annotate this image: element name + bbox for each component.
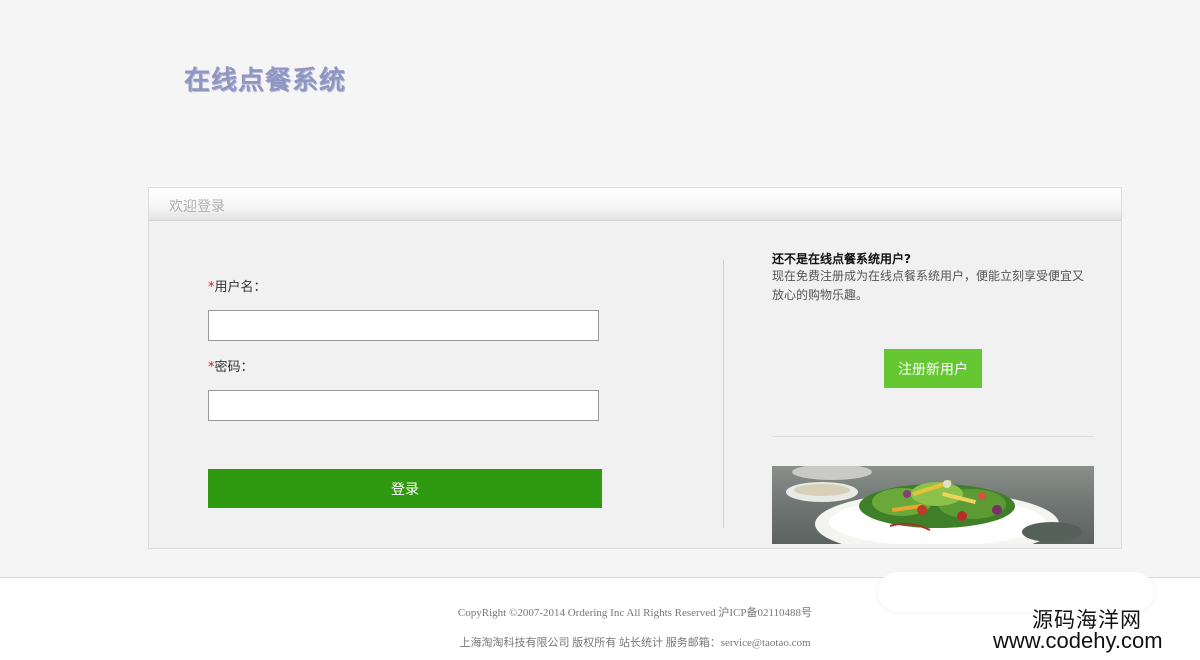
register-button[interactable]: 注册新用户 <box>884 349 982 388</box>
username-label: *用户名： <box>208 276 267 295</box>
watermark-url: www.codehy.com <box>993 628 1163 653</box>
vertical-divider <box>723 260 724 528</box>
login-panel-title: 欢迎登录 <box>169 199 225 215</box>
password-input[interactable] <box>208 390 599 421</box>
login-button[interactable]: 登录 <box>208 469 602 508</box>
login-panel-header: 欢迎登录 <box>149 188 1121 221</box>
site-logo[interactable]: 在线点餐系统 <box>184 60 346 97</box>
salad-image <box>772 466 1094 544</box>
login-panel: 欢迎登录 *用户名： *密码： 登录 还不是在线点餐系统用户? 现在免费注册成为… <box>148 187 1122 549</box>
password-label-text: 密码： <box>214 360 254 375</box>
register-description: 现在免费注册成为在线点餐系统用户，便能立刻享受便宜又放心的购物乐趣。 <box>772 269 1085 302</box>
register-title: 还不是在线点餐系统用户? <box>772 252 911 266</box>
salad-illustration <box>786 466 1082 544</box>
username-input[interactable] <box>208 310 599 341</box>
username-label-text: 用户名： <box>214 280 267 295</box>
password-label: *密码： <box>208 356 254 375</box>
horizontal-divider <box>772 436 1094 437</box>
